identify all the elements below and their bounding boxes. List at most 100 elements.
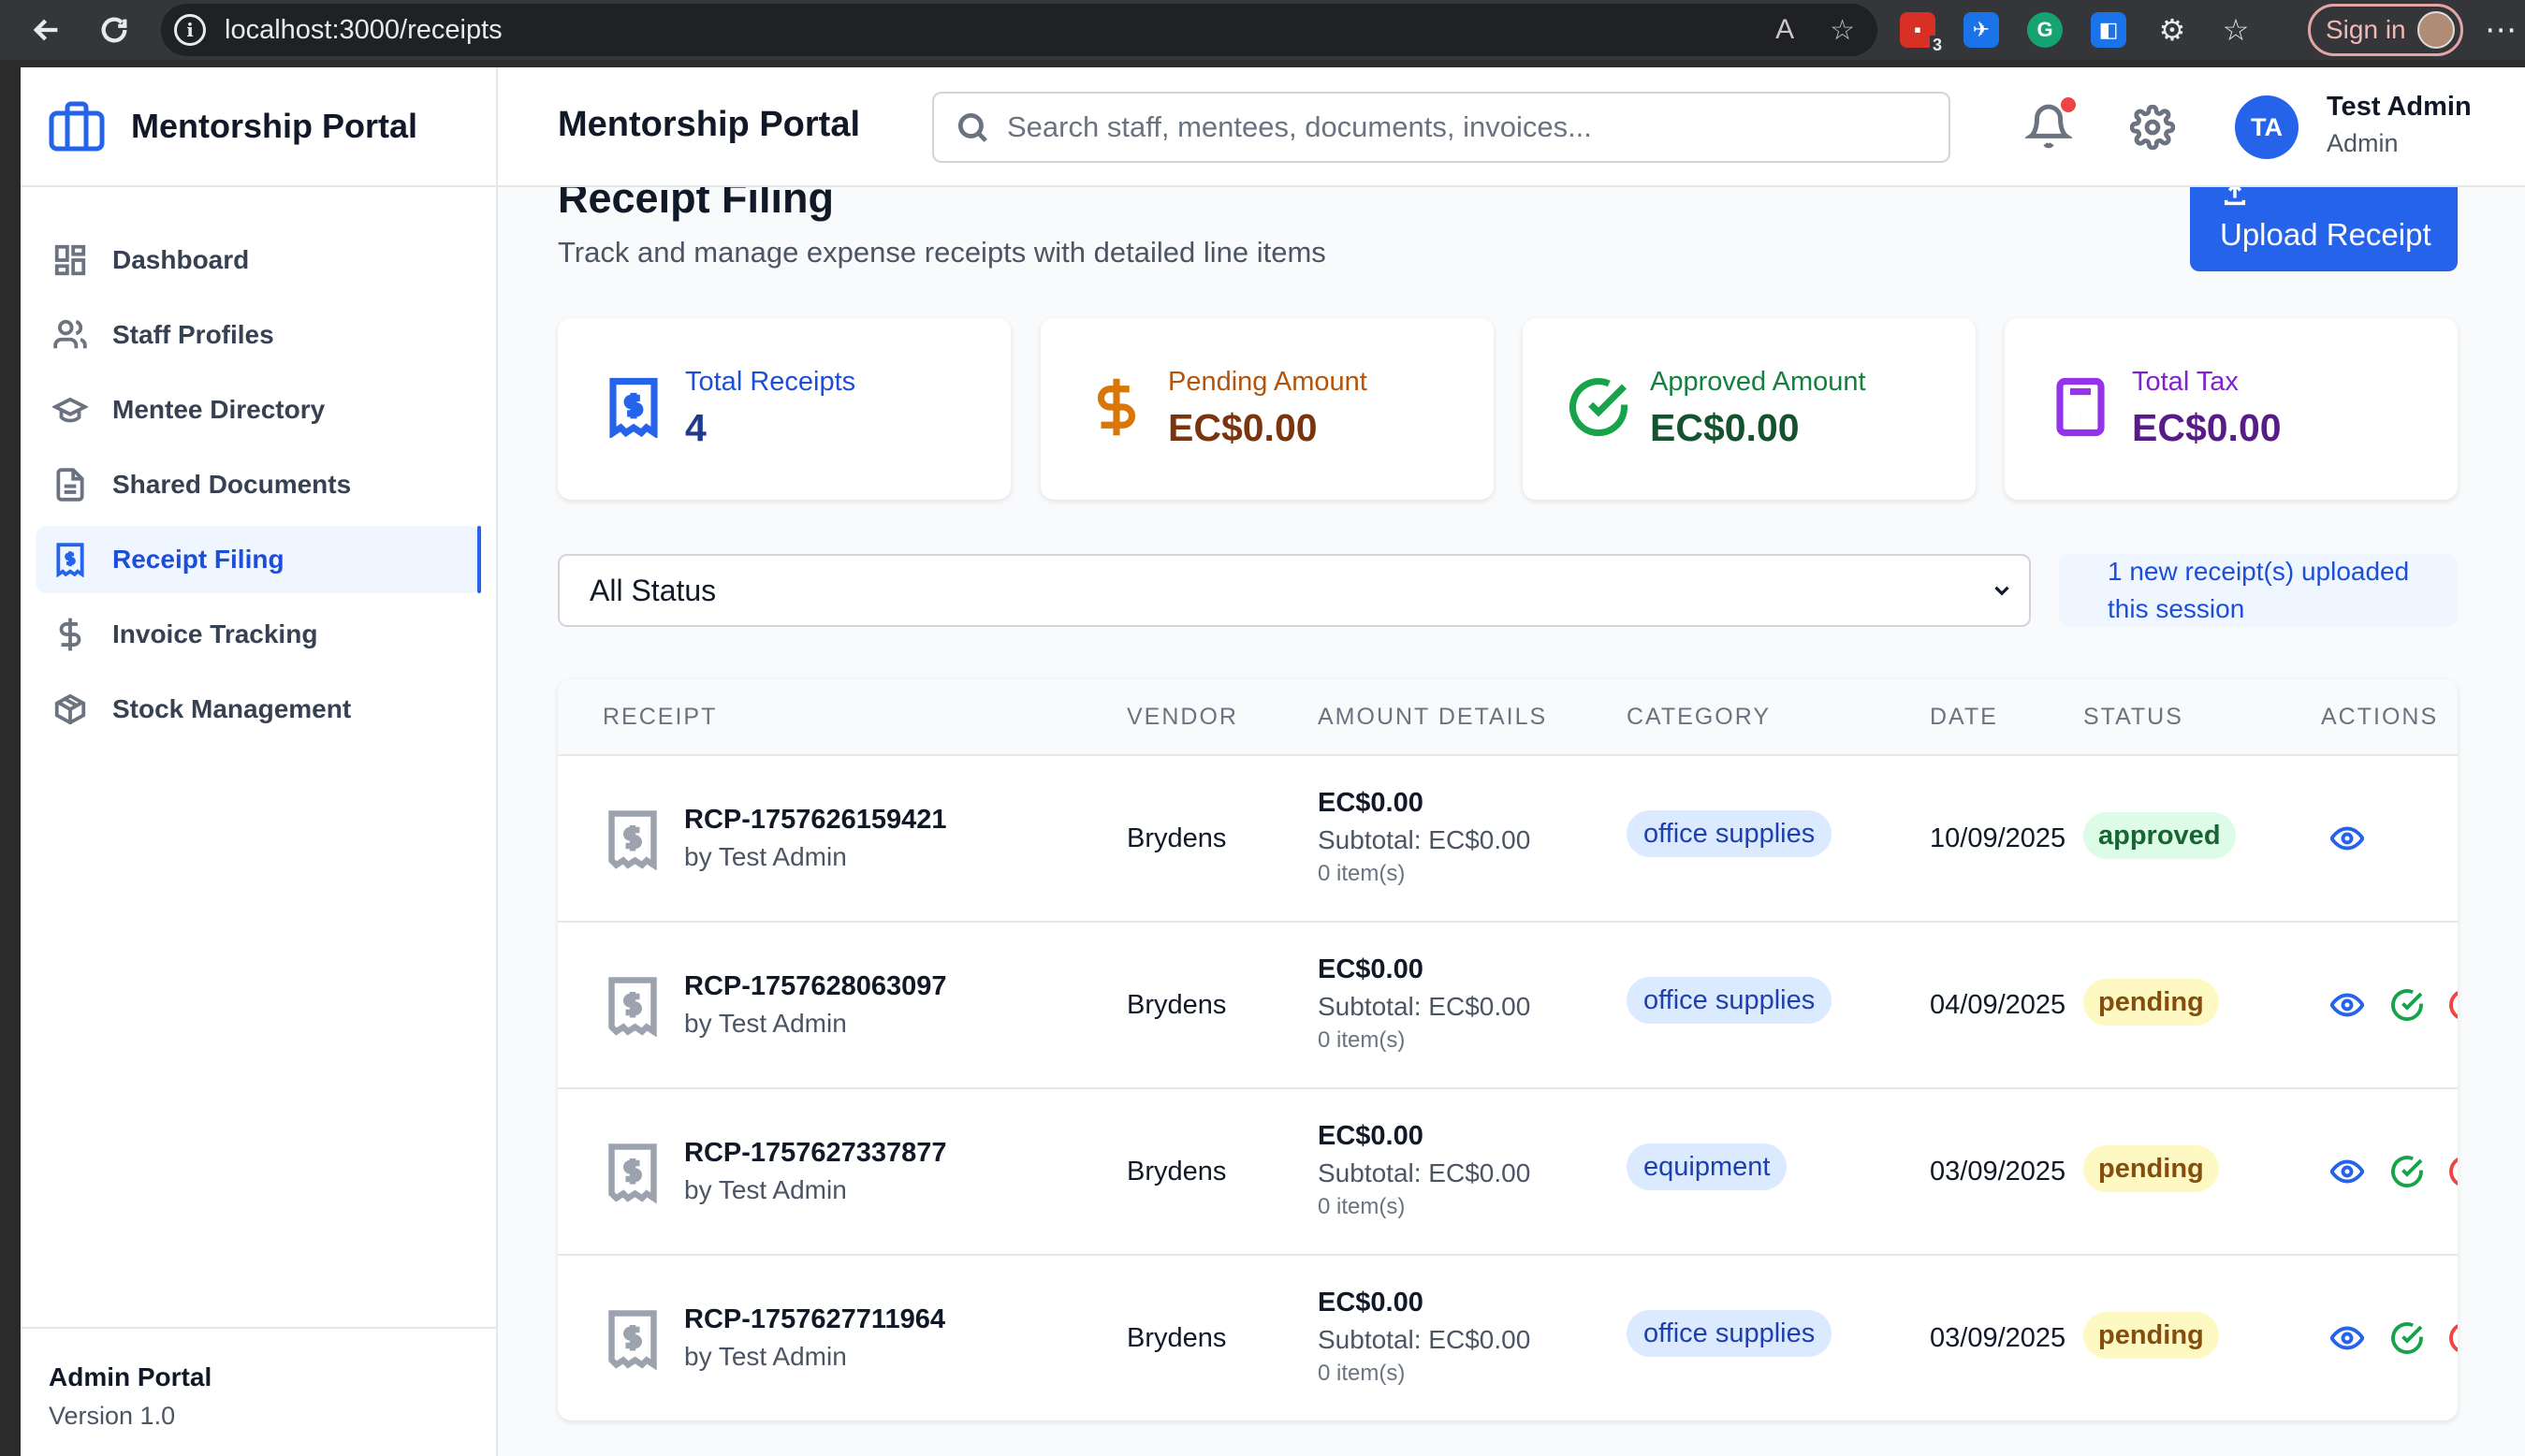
column-header: CATEGORY bbox=[1627, 704, 1771, 730]
sidebar-item-receipt-filing[interactable]: Receipt Filing bbox=[36, 526, 481, 593]
reload-button[interactable] bbox=[88, 4, 140, 56]
amount: EC$0.00 bbox=[1318, 954, 1423, 984]
status-filter-select[interactable]: All Status bbox=[558, 554, 2031, 627]
receipt-author: by Test Admin bbox=[684, 1175, 847, 1204]
notification-dot bbox=[2061, 97, 2076, 112]
item-count: 0 item(s) bbox=[1318, 1361, 1406, 1386]
sidebar-item-stock-management[interactable]: Stock Management bbox=[36, 676, 481, 743]
header-title: Mentorship Portal bbox=[558, 105, 861, 144]
profile-avatar bbox=[2417, 11, 2455, 49]
stat-card-approved-amount: Approved Amount EC$0.00 bbox=[1523, 318, 1976, 500]
user-avatar[interactable]: TA bbox=[2235, 95, 2299, 159]
info-icon[interactable]: i bbox=[174, 14, 206, 46]
reject-x-icon[interactable] bbox=[2448, 1155, 2458, 1188]
extension-icon[interactable]: ▪ 3 bbox=[1900, 12, 1945, 55]
receipt-icon bbox=[608, 1143, 657, 1203]
status-badge: pending bbox=[2083, 1312, 2219, 1359]
receipt-icon bbox=[609, 377, 658, 438]
search-input[interactable] bbox=[1007, 110, 1905, 144]
sidebar-item-staff-profiles[interactable]: Staff Profiles bbox=[36, 301, 481, 369]
approve-check-icon[interactable] bbox=[2390, 1155, 2424, 1188]
status-badge: pending bbox=[2083, 1145, 2219, 1192]
subtotal: Subtotal: EC$0.00 bbox=[1318, 825, 1531, 854]
sidebar-item-dashboard[interactable]: Dashboard bbox=[36, 226, 481, 294]
sidebar-item-invoice-tracking[interactable]: Invoice Tracking bbox=[36, 601, 481, 668]
puzzle-icon[interactable]: ⚙ bbox=[2154, 12, 2190, 48]
eye-icon[interactable] bbox=[2330, 1321, 2364, 1355]
calculator-icon bbox=[2056, 377, 2105, 437]
search-box[interactable] bbox=[932, 92, 1950, 163]
receipt-date: 10/09/2025 bbox=[1930, 823, 2066, 853]
document-icon bbox=[56, 468, 84, 502]
amount: EC$0.00 bbox=[1318, 1288, 1423, 1318]
more-menu-icon[interactable]: ⋯ bbox=[2482, 0, 2519, 60]
sidebar-item-label: Dashboard bbox=[112, 245, 250, 274]
table-row: RCP-1757628063097 by Test Admin Brydens … bbox=[558, 923, 2458, 1089]
column-header: AMOUNT DETAILS bbox=[1318, 704, 1548, 730]
favorites-icon[interactable]: ☆ bbox=[2218, 12, 2254, 48]
filter-row: All Status 1 new receipt(s) uploaded thi… bbox=[558, 554, 2458, 627]
brand-name: Mentorship Portal bbox=[131, 107, 418, 145]
sidebar-item-shared-documents[interactable]: Shared Documents bbox=[36, 451, 481, 518]
table-header: RECEIPT VENDOR AMOUNT DETAILS CATEGORY D… bbox=[558, 679, 2458, 756]
read-aloud-icon[interactable]: A bbox=[1775, 14, 1794, 46]
sidebar-footer: Admin Portal Version 1.0 bbox=[21, 1327, 496, 1456]
vendor: Brydens bbox=[1127, 1157, 1227, 1187]
sign-in-button[interactable]: Sign in bbox=[2308, 4, 2463, 56]
receipt-id: RCP-1757626159421 bbox=[684, 805, 947, 835]
extension-icon[interactable]: ◧ bbox=[2091, 12, 2126, 48]
subtotal: Subtotal: EC$0.00 bbox=[1318, 1325, 1531, 1354]
status-badge: pending bbox=[2083, 979, 2219, 1026]
dollar-icon bbox=[1097, 378, 1136, 436]
top-header: Mentorship Portal TA Test Admin Admin bbox=[498, 67, 2525, 187]
reject-x-icon[interactable] bbox=[2448, 988, 2458, 1022]
sidebar-item-label: Staff Profiles bbox=[112, 320, 274, 349]
item-count: 0 item(s) bbox=[1318, 861, 1406, 886]
table-row: RCP-1757627337877 by Test Admin Brydens … bbox=[558, 1089, 2458, 1256]
url-text[interactable]: localhost:3000/receipts bbox=[225, 15, 503, 46]
category-badge: office supplies bbox=[1627, 1310, 1832, 1357]
stat-card-pending-amount: Pending Amount EC$0.00 bbox=[1041, 318, 1494, 500]
app-window: Mentorship Portal Dashboard Staff Profil… bbox=[21, 67, 2525, 1456]
receipt-icon bbox=[608, 810, 657, 870]
stat-label: Total Tax bbox=[2132, 367, 2239, 397]
approve-check-icon[interactable] bbox=[2390, 1321, 2424, 1355]
stat-card-total-tax: Total Tax EC$0.00 bbox=[2005, 318, 2458, 500]
stat-value: EC$0.00 bbox=[2132, 406, 2282, 449]
settings-button[interactable] bbox=[2129, 104, 2177, 152]
column-header: STATUS bbox=[2083, 704, 2183, 730]
sidebar-item-label: Invoice Tracking bbox=[112, 619, 318, 648]
column-header: RECEIPT bbox=[603, 704, 718, 730]
stat-value: EC$0.00 bbox=[1650, 406, 1800, 449]
search-icon bbox=[957, 112, 987, 142]
grammarly-icon[interactable]: G bbox=[2027, 12, 2063, 48]
table-row: RCP-1757626159421 by Test Admin Brydens … bbox=[558, 756, 2458, 923]
sidebar-item-mentee-directory[interactable]: Mentee Directory bbox=[36, 376, 481, 444]
subtotal: Subtotal: EC$0.00 bbox=[1318, 992, 1531, 1021]
stat-label: Approved Amount bbox=[1650, 367, 1866, 397]
reject-x-icon[interactable] bbox=[2448, 1321, 2458, 1355]
amount: EC$0.00 bbox=[1318, 1121, 1423, 1151]
back-button[interactable] bbox=[21, 4, 73, 56]
stat-card-total-receipts: Total Receipts 4 bbox=[558, 318, 1011, 500]
extension-icon[interactable]: ✈ bbox=[1963, 12, 1999, 48]
users-icon bbox=[53, 319, 87, 349]
approve-check-icon[interactable] bbox=[2390, 988, 2424, 1022]
eye-icon[interactable] bbox=[2330, 988, 2364, 1022]
stats-cards: Total Receipts 4 Pending Amount EC$0.00 … bbox=[558, 318, 2458, 500]
dollar-icon bbox=[59, 618, 81, 651]
receipts-table: RECEIPT VENDOR AMOUNT DETAILS CATEGORY D… bbox=[558, 679, 2458, 1420]
graduation-cap-icon bbox=[52, 397, 88, 423]
address-bar[interactable]: i localhost:3000/receipts A ☆ bbox=[161, 4, 1877, 56]
receipt-icon bbox=[608, 1310, 657, 1370]
receipt-author: by Test Admin bbox=[684, 842, 847, 871]
star-icon[interactable]: ☆ bbox=[1830, 14, 1855, 47]
eye-icon[interactable] bbox=[2330, 822, 2364, 855]
sidebar-item-label: Shared Documents bbox=[112, 470, 352, 499]
package-icon bbox=[54, 693, 86, 725]
column-header: DATE bbox=[1930, 704, 1998, 730]
user-name: Test Admin bbox=[2327, 92, 2472, 122]
status-filter-value: All Status bbox=[590, 573, 717, 607]
eye-icon[interactable] bbox=[2330, 1155, 2364, 1188]
notifications-button[interactable] bbox=[2023, 97, 2076, 153]
